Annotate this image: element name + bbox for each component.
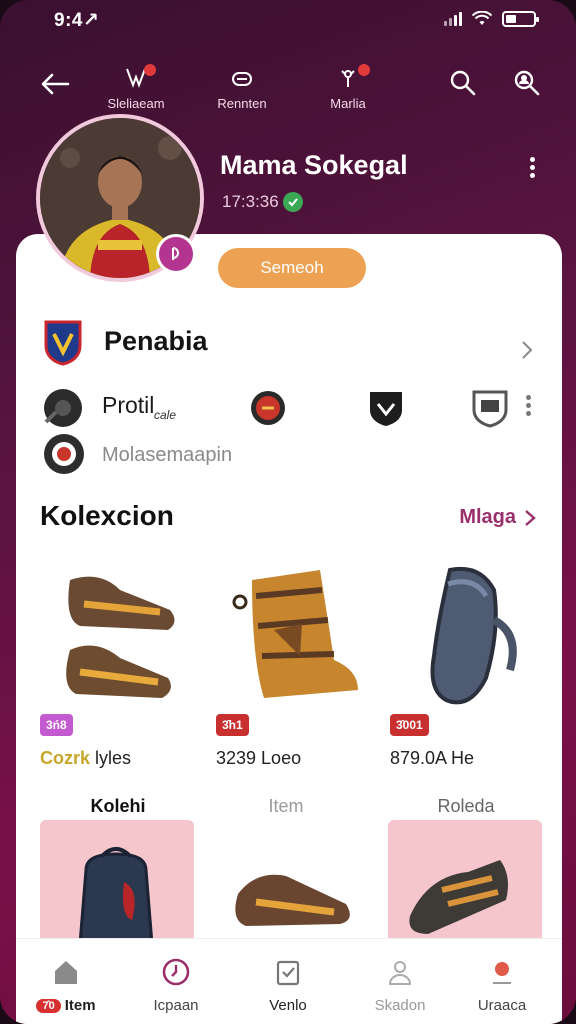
product-tag: 3ń8: [40, 714, 73, 736]
bottom-tab-label: Skadon: [374, 997, 426, 1014]
subtab-roleda[interactable]: Roleda: [396, 796, 536, 817]
subtab-item[interactable]: Item: [216, 796, 356, 817]
price-highlight: Cozrk: [40, 748, 91, 768]
notification-dot: [144, 64, 156, 76]
nav-tab-1[interactable]: Sleliaeam: [96, 64, 176, 111]
product-price: 879.0A He: [390, 748, 474, 769]
nav-tab-label: Rennten: [217, 96, 267, 111]
bottom-tab-clock[interactable]: Icpaan: [126, 955, 226, 1014]
team-name: Penabia: [104, 326, 208, 356]
shoe-image: [235, 874, 350, 926]
bottom-tab-skadon[interactable]: Skadon: [350, 955, 450, 1014]
collection-tile[interactable]: [388, 820, 542, 944]
nav-tab-label: Sleliaeam: [107, 96, 165, 111]
boots-pair-image: [66, 576, 175, 698]
status-time: 9:4↗: [54, 10, 100, 31]
product-price: Cozrk lyles: [40, 748, 131, 769]
mola-label: Molasemaapin: [102, 444, 233, 466]
bottom-tab-item[interactable]: 7̂0 Item: [16, 955, 116, 1014]
search-people-icon[interactable]: [512, 68, 542, 98]
club-badge-red-icon[interactable]: [248, 388, 288, 428]
mola-badge-icon: [44, 434, 84, 474]
profile-stat-text: 17:3:36: [222, 192, 279, 211]
bottom-tab-label: Item: [64, 997, 96, 1014]
bottom-tab-label: Icpaan: [153, 997, 199, 1014]
bottom-tab-venlo[interactable]: Venlo: [238, 955, 338, 1014]
notification-dot: [358, 64, 370, 76]
product-tag: 3̂h1: [216, 714, 249, 736]
product-price: 3239 Loeo: [216, 748, 301, 769]
subtab-kolehi[interactable]: Kolehi: [48, 796, 188, 817]
nav-tab-3[interactable]: Marlia: [308, 64, 388, 111]
status-icons: [444, 11, 539, 27]
club-badge-black-icon[interactable]: [366, 388, 406, 428]
nav-tab-2[interactable]: Rennten: [202, 64, 282, 111]
home-icon: [55, 961, 77, 984]
bottom-tab-label: Uraaca: [477, 997, 527, 1014]
profil-sublabel: cale: [154, 408, 177, 422]
search-icon[interactable]: [448, 68, 478, 98]
nav-tab-label: Marlia: [330, 96, 366, 111]
user-icon: [388, 961, 412, 985]
battery-icon: [502, 11, 539, 27]
bottom-tab-badge: 7̂0: [36, 998, 61, 1013]
product-card[interactable]: 3ń8 Cozrk lyles: [40, 560, 200, 780]
price-text: lyles: [95, 748, 132, 768]
product-tag: 3̂001: [390, 714, 429, 736]
edit-icon: [172, 247, 179, 260]
profil-row[interactable]: Protil cale: [40, 384, 540, 432]
profile-stat: 17:3:36: [222, 192, 303, 212]
collection-title: Kolexcion: [40, 500, 174, 531]
bottom-nav: 7̂0 Item Icpaan Venlo Skadon Uraaca: [16, 938, 562, 1024]
clock-icon: [162, 958, 190, 986]
product-card[interactable]: 3̂h1 3239 Loeo: [216, 560, 376, 780]
edit-avatar-button[interactable]: [156, 234, 196, 274]
bottom-tab-label: Venlo: [269, 997, 307, 1014]
top-nav: Sleliaeam Rennten Marlia: [0, 60, 576, 111]
chevron-right-icon: [525, 509, 536, 526]
whistle-icon: [44, 389, 82, 427]
profil-label: Protil: [102, 392, 155, 418]
price-text: 3239 Loeo: [216, 748, 302, 768]
profil-more-button[interactable]: [524, 392, 532, 419]
chevron-right-icon: [522, 341, 533, 359]
collection-more-label: Mlaga: [459, 506, 516, 528]
wifi-icon: [472, 11, 492, 25]
cap-icon: [232, 72, 252, 86]
bottom-tab-uraaca[interactable]: Uraaca: [452, 955, 552, 1014]
shoe-image: [409, 860, 508, 934]
team-crest-icon: [44, 320, 82, 366]
product-card[interactable]: 3̂001 879.0A He: [390, 560, 550, 780]
collection-more-link[interactable]: Mlaga: [459, 506, 536, 529]
mola-row[interactable]: Molasemaapin: [44, 432, 444, 476]
team-row[interactable]: Penabia: [40, 320, 540, 372]
back-arrow-icon[interactable]: [38, 66, 74, 102]
boot-image: [232, 570, 358, 698]
shin-guard-image: [430, 567, 517, 705]
club-badge-grey-icon[interactable]: [470, 388, 510, 428]
clipboard-icon: [276, 960, 300, 986]
more-options-button[interactable]: [528, 154, 536, 181]
signal-icon: [444, 12, 462, 26]
status-bar: 9:4↗: [0, 0, 576, 40]
price-text: 879.0A He: [390, 748, 475, 768]
backpack-image: [78, 847, 154, 946]
profile-name: Mama Sokegal: [220, 150, 408, 180]
app-screen: 9:4↗ Sleliaeam Rennten Marlia Mama Sokeg…: [0, 0, 576, 1024]
follow-button[interactable]: Semeoh: [218, 248, 366, 288]
location-pin-icon: [493, 962, 511, 984]
collection-tile[interactable]: [216, 820, 370, 944]
verified-icon: [282, 192, 303, 212]
collection-tile[interactable]: [40, 820, 194, 946]
